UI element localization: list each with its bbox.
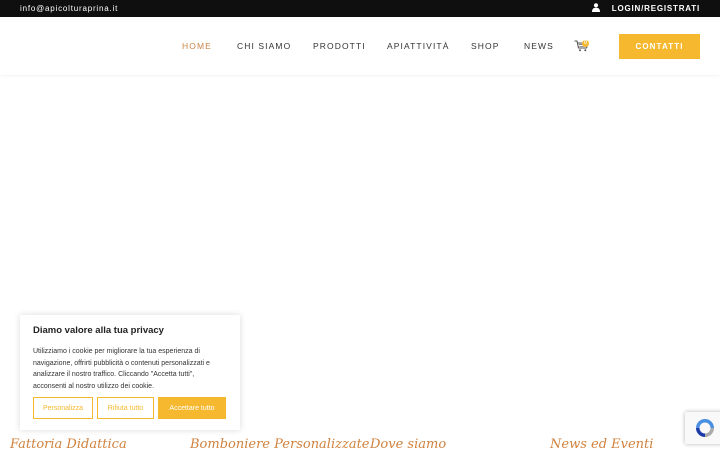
nav-item-home[interactable]: HOME	[182, 41, 212, 51]
nav-item-prodotti[interactable]: PRODOTTI	[313, 41, 366, 51]
reject-cookies-button[interactable]: Rifiuta tutto	[97, 397, 154, 419]
contact-email-link[interactable]: info@apicolturaprina.it	[20, 4, 118, 13]
customize-cookies-button[interactable]: Personalizza	[33, 397, 93, 419]
accept-cookies-button[interactable]: Accettare tutto	[158, 397, 226, 419]
contact-button[interactable]: CONTATTI	[619, 34, 700, 59]
login-register-link[interactable]: LOGIN/REGISTRATI	[591, 3, 700, 13]
cart-count-badge: 0	[582, 40, 589, 47]
top-bar: info@apicolturaprina.it LOGIN/REGISTRATI	[0, 0, 720, 17]
login-register-label: LOGIN/REGISTRATI	[611, 4, 700, 13]
recaptcha-badge[interactable]	[685, 412, 720, 444]
recaptcha-icon	[696, 419, 714, 437]
nav-item-chi-siamo[interactable]: CHI SIAMO	[237, 41, 291, 51]
cookie-banner-text: Utilizziamo i cookie per migliorare la t…	[33, 348, 210, 391]
site-header: HOME CHI SIAMO PRODOTTI APIATTIVITÀ SHOP…	[0, 17, 720, 75]
nav-item-news[interactable]: NEWS	[524, 41, 554, 51]
cookie-banner-title: Diamo valore alla tua privacy	[33, 325, 164, 336]
nav-item-shop[interactable]: SHOP	[471, 41, 500, 51]
cookie-buttons: Personalizza Rifiuta tutto Accettare tut…	[33, 397, 226, 419]
nav-item-apiattivita[interactable]: APIATTIVITÀ	[387, 41, 449, 51]
user-icon	[591, 3, 600, 12]
cookie-consent-banner: Diamo valore alla tua privacy Utilizziam…	[20, 315, 240, 430]
